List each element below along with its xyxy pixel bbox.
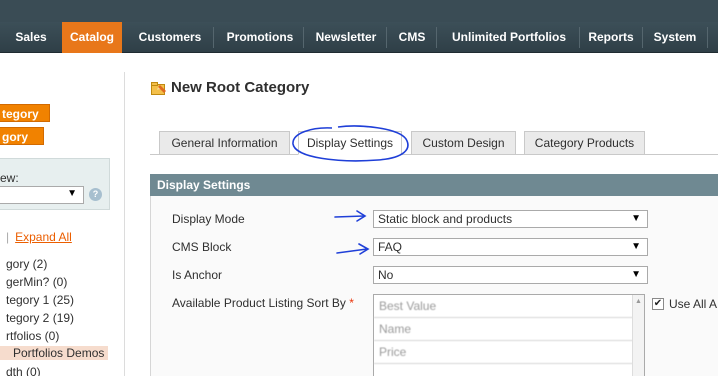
checkmark-icon: ✔ — [653, 298, 663, 309]
tree-item[interactable]: tegory 1 (25) — [6, 293, 74, 307]
tab-custom-design[interactable]: Custom Design — [411, 131, 516, 155]
required-mark: * — [349, 296, 354, 310]
cms-block-value: FAQ — [378, 240, 403, 254]
help-icon[interactable]: ? — [89, 188, 102, 201]
tree-item[interactable]: gerMin? (0) — [6, 275, 67, 289]
expand-all-link[interactable]: Expand All — [15, 230, 72, 244]
display-mode-value: Static block and products — [378, 212, 513, 226]
nav-reports[interactable]: Reports — [581, 22, 641, 53]
chevron-down-icon: ▼ — [631, 269, 641, 280]
tab-category-products[interactable]: Category Products — [524, 131, 645, 155]
chevron-down-icon: ▼ — [67, 188, 77, 199]
folder-icon — [151, 82, 166, 95]
main-nav: Sales Catalog Customers Promotions Newsl… — [0, 22, 718, 53]
sort-by-multiselect[interactable]: Best Value Name Price ▲ — [373, 294, 645, 376]
cms-block-select[interactable]: FAQ ▼ — [373, 238, 648, 256]
nav-divider — [436, 27, 437, 48]
nav-divider — [213, 27, 214, 48]
nav-divider — [642, 27, 643, 48]
nav-divider — [303, 27, 304, 48]
tree-item[interactable]: tegory 2 (19) — [6, 311, 74, 325]
nav-catalog[interactable]: Catalog — [62, 22, 122, 53]
nav-system[interactable]: System — [645, 22, 705, 53]
nav-divider — [386, 27, 387, 48]
tab-display-settings[interactable]: Display Settings — [298, 131, 402, 155]
use-all-label: Use All A — [669, 297, 718, 311]
add-root-category-button[interactable]: tegory — [0, 104, 50, 122]
nav-promotions[interactable]: Promotions — [218, 22, 302, 53]
tree-item-selected[interactable]: Portfolios Demos — [0, 346, 109, 360]
sidebar-divider — [124, 72, 125, 376]
sort-by-option[interactable]: Best Value — [374, 295, 634, 318]
nav-divider — [707, 27, 708, 48]
scroll-up-icon[interactable]: ▲ — [635, 298, 642, 305]
nav-unlimited-portfolios[interactable]: Unlimited Portfolios — [440, 22, 578, 53]
use-all-checkbox[interactable]: ✔ — [652, 298, 664, 310]
sort-by-option[interactable]: Name — [374, 318, 634, 341]
tree-controls-separator: | — [6, 230, 10, 244]
nav-sales[interactable]: Sales — [0, 22, 62, 53]
tree-item[interactable]: gory (2) — [6, 257, 47, 271]
nav-newsletter[interactable]: Newsletter — [307, 22, 385, 53]
is-anchor-label: Is Anchor — [172, 268, 223, 282]
tree-controls: | Expand All — [6, 230, 72, 244]
header-strip — [0, 0, 718, 22]
sort-by-label-text: Available Product Listing Sort By — [172, 296, 346, 310]
is-anchor-select[interactable]: No ▼ — [373, 266, 648, 284]
nav-cms[interactable]: CMS — [389, 22, 435, 53]
add-subcategory-button[interactable]: gory — [0, 127, 44, 145]
tree-item[interactable]: dth (0) — [6, 365, 41, 376]
is-anchor-value: No — [378, 268, 394, 282]
sort-by-option[interactable]: Price — [374, 341, 634, 364]
store-view-label: ew: — [0, 171, 19, 185]
page-title: New Root Category — [171, 79, 310, 96]
sort-by-label: Available Product Listing Sort By * — [172, 296, 354, 310]
store-view-select[interactable]: ▼ — [0, 186, 84, 204]
tree-item[interactable]: rtfolios (0) — [6, 329, 59, 343]
chevron-down-icon: ▼ — [631, 213, 641, 224]
nav-customers[interactable]: Customers — [128, 22, 212, 53]
display-mode-select[interactable]: Static block and products ▼ — [373, 210, 648, 228]
tab-general-information[interactable]: General Information — [159, 131, 290, 155]
display-mode-label: Display Mode — [172, 212, 245, 226]
section-header: Display Settings — [150, 174, 718, 196]
cms-block-label: CMS Block — [172, 240, 232, 254]
chevron-down-icon: ▼ — [631, 241, 641, 252]
multiselect-scrollbar[interactable]: ▲ — [632, 295, 644, 376]
nav-divider — [579, 27, 580, 48]
